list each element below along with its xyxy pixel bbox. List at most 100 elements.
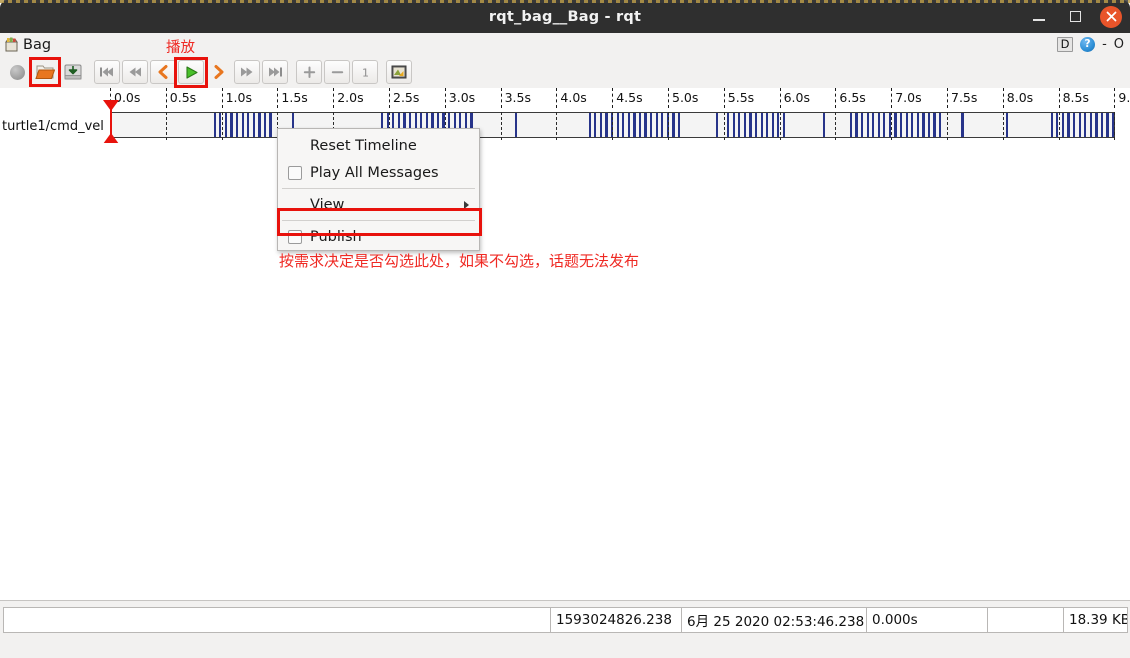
ruler-tick-label: 2.5s: [393, 90, 420, 105]
maximize-icon[interactable]: [1064, 6, 1086, 28]
annotation-publish-note: 按需求决定是否勾选此处，如果不勾选，话题无法发布: [279, 252, 640, 270]
ruler-tick-label: 7.0s: [895, 90, 922, 105]
message-marker: [905, 113, 908, 137]
window-titlebar: rqt_bag__Bag - rqt: [0, 0, 1130, 33]
message-marker: [633, 113, 636, 137]
ruler-tick-label: 4.0s: [560, 90, 587, 105]
ruler-tick-label: 6.5s: [839, 90, 866, 105]
play-button[interactable]: [174, 57, 208, 88]
open-bag-button[interactable]: [29, 57, 61, 87]
rewind-icon: [126, 65, 144, 79]
message-marker: [922, 113, 925, 137]
dock-detach-button[interactable]: D: [1057, 37, 1074, 52]
end-button[interactable]: [262, 60, 288, 84]
ruler-tick-label: 8.5s: [1062, 90, 1089, 105]
begin-button[interactable]: [94, 60, 120, 84]
rewind-button[interactable]: [122, 60, 148, 84]
message-marker: [1089, 113, 1092, 137]
message-marker: [514, 113, 518, 137]
message-marker: [661, 113, 664, 137]
ruler-tick-label: 7.5s: [951, 90, 978, 105]
status-bar: 1593024826.238 6月 25 2020 02:53:46.238 0…: [0, 600, 1130, 658]
track-gridline: [835, 112, 837, 140]
menu-item-reset-timeline[interactable]: Reset Timeline: [278, 132, 479, 159]
timeline-ruler[interactable]: 0.0s 0.5s 1.0s 1.5s 2.0s 2.5s 3.0s 3.5s 4.0s 4.5s…: [0, 88, 1130, 112]
message-marker: [650, 113, 653, 137]
zoom-in-button[interactable]: [296, 60, 322, 84]
save-bag-button[interactable]: [60, 60, 86, 84]
dock-minimize-button[interactable]: -: [1102, 38, 1107, 51]
zoom-reset-button[interactable]: 1: [352, 60, 378, 84]
message-marker: [911, 113, 914, 137]
track-gridline: [1058, 112, 1060, 140]
record-circle-icon: [9, 64, 25, 80]
menu-item-reset-timeline-label: Reset Timeline: [310, 137, 417, 154]
fast-forward-button[interactable]: [234, 60, 260, 84]
play-all-messages-checkbox[interactable]: [288, 165, 302, 180]
menu-item-publish[interactable]: Publish: [278, 223, 479, 250]
track-gridline: [668, 112, 669, 140]
message-marker: [1067, 113, 1070, 137]
menu-item-play-all-messages[interactable]: Play All Messages: [278, 159, 479, 186]
message-marker: [760, 113, 763, 137]
thumbnails-button[interactable]: [386, 60, 412, 84]
message-marker: [1084, 113, 1087, 137]
status-bag-size: 18.39 KB: [1063, 607, 1128, 633]
menu-item-play-all-messages-label: Play All Messages: [310, 164, 439, 181]
close-icon[interactable]: [1100, 5, 1122, 28]
status-elapsed: 0.000s: [866, 607, 988, 633]
dock-close-button[interactable]: O: [1114, 38, 1124, 51]
message-marker: [849, 113, 852, 137]
track-gridline: [723, 112, 725, 140]
play-triangle-icon: [183, 65, 200, 80]
window-top-edge-artifact: [0, 0, 1130, 3]
message-marker: [782, 113, 786, 137]
track-gridline: [556, 112, 558, 140]
message-marker: [732, 113, 735, 137]
dock-title-group: Bag: [0, 36, 51, 53]
menu-item-view[interactable]: View: [278, 191, 479, 218]
help-icon[interactable]: ?: [1080, 37, 1096, 52]
message-marker: [638, 113, 642, 137]
chevron-left-icon: [155, 64, 171, 80]
zoom-one-icon: 1: [358, 65, 373, 80]
window-controls: [1028, 0, 1122, 33]
step-forward-button[interactable]: [206, 60, 232, 84]
menu-item-publish-label: Publish: [310, 228, 362, 245]
message-marker: [823, 113, 826, 137]
track-gridline: [612, 112, 614, 140]
message-marker: [1100, 113, 1104, 137]
message-marker: [672, 113, 675, 137]
fast-forward-icon: [238, 65, 256, 79]
playhead-handle-top-icon[interactable]: [103, 100, 119, 111]
message-marker: [247, 113, 250, 137]
message-marker: [224, 113, 228, 137]
message-marker: [241, 113, 244, 137]
step-back-button[interactable]: [150, 60, 176, 84]
menu-separator-2: [282, 220, 475, 221]
message-marker: [883, 113, 886, 137]
bag-icon: [3, 36, 20, 53]
status-blank-field[interactable]: [3, 607, 551, 633]
zoom-out-icon: [330, 65, 345, 80]
zoom-in-icon: [302, 65, 317, 80]
timeline-context-menu[interactable]: Reset Timeline Play All Messages View Pu…: [277, 128, 480, 251]
track-gridline: [1002, 112, 1004, 140]
publish-checkbox[interactable]: [288, 229, 302, 244]
dock-header-buttons: D ? - O: [1057, 33, 1124, 56]
message-marker: [1072, 113, 1076, 137]
ruler-tick-label: 2.0s: [337, 90, 364, 105]
menu-separator-1: [282, 188, 475, 189]
minimize-icon[interactable]: [1028, 6, 1050, 28]
message-marker: [644, 113, 647, 137]
message-marker: [622, 113, 625, 137]
message-marker: [599, 113, 603, 137]
message-marker: [605, 113, 608, 137]
message-marker: [1106, 113, 1109, 137]
message-marker: [258, 113, 261, 137]
record-button[interactable]: [4, 60, 30, 84]
open-folder-icon: [35, 63, 55, 81]
zoom-out-button[interactable]: [324, 60, 350, 84]
message-marker: [616, 113, 619, 137]
message-marker: [588, 113, 591, 137]
